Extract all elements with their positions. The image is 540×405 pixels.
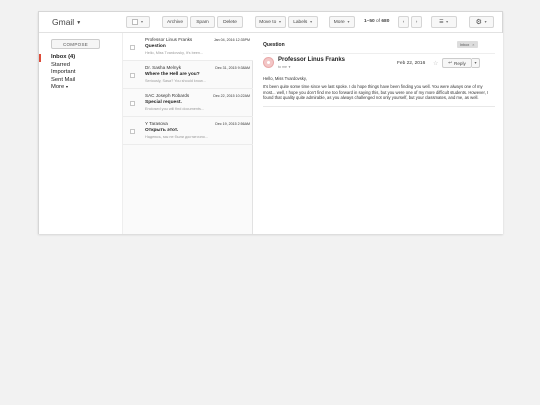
spam-button[interactable]: Spam	[190, 16, 215, 28]
settings-button[interactable]: ⚙ ▼	[469, 16, 494, 28]
row-checkbox[interactable]	[130, 45, 135, 50]
message-date: Feb 22, 2016	[397, 61, 426, 66]
email-row[interactable]: Y Tarasova Dec 19, 2015 2:56AM Открыть э…	[123, 117, 254, 145]
message-greeting: Hello, Miss Tvardovsky,	[263, 76, 307, 81]
avatar	[263, 57, 274, 68]
close-icon[interactable]: ×	[472, 43, 474, 47]
pagination-count: 1–50 of 680	[364, 19, 389, 24]
more-label: More	[333, 19, 345, 25]
email-date: Jan 04, 2016 12:35PM	[213, 38, 250, 42]
recipient-details[interactable]: to me ▼	[278, 65, 291, 69]
email-snippet: Enclosed you will find documents...	[145, 107, 205, 111]
row-checkbox[interactable]	[130, 129, 135, 134]
email-row[interactable]: Dr. Sasha Melnyk Dec 31, 2015 9:38AM Whe…	[123, 61, 254, 89]
email-snippet: Hello, Miss Tvardovsky, It's been...	[145, 51, 204, 55]
chevron-down-icon: ▼	[65, 85, 69, 90]
checkbox-icon	[132, 19, 139, 25]
reply-icon: ↩	[448, 60, 453, 65]
message-more-button[interactable]: ▼	[472, 58, 480, 68]
next-page-button[interactable]: ›	[411, 16, 422, 28]
chevron-down-icon: ▼	[473, 61, 478, 65]
move-to-label: Move to	[259, 19, 277, 25]
inbox-label-chip[interactable]: Inbox ×	[457, 41, 478, 48]
email-subject: Special request.	[145, 100, 182, 105]
select-all-checkbox[interactable]: ▼	[126, 16, 150, 28]
email-list: Professor Linus Franks Jan 04, 2016 12:3…	[122, 33, 254, 234]
chevron-left-icon: ‹	[402, 19, 405, 25]
toolbar: Gmail ▼ ▼ Archive Spam Delete Move to ▼ La…	[39, 12, 502, 33]
email-snippet: Seriously, Sasa? You should know...	[145, 79, 206, 83]
email-sender: SAC Joseph Robards	[145, 93, 190, 98]
email-sender: Professor Linus Franks	[145, 37, 193, 42]
archive-button[interactable]: Archive	[162, 16, 188, 28]
reply-label: Reply	[454, 60, 466, 66]
email-date: Dec 22, 2015 10:22AM	[213, 94, 250, 98]
chevron-down-icon: ▼	[309, 20, 313, 24]
app-title: Gmail	[52, 17, 75, 27]
recipient-label: to me	[278, 65, 287, 69]
email-subject: Question	[145, 44, 166, 49]
sidebar-nav: Inbox (4) Starred Important Sent Mail Mo…	[51, 54, 76, 92]
delete-button[interactable]: Delete	[217, 16, 243, 28]
list-view-icon: ☰	[439, 19, 444, 25]
inbox-label-text: Inbox	[460, 42, 470, 47]
sidebar-item-sent-mail[interactable]: Sent Mail	[51, 77, 76, 85]
chevron-down-icon: ▼	[288, 65, 291, 69]
email-sender: Dr. Sasha Melnyk	[145, 65, 181, 70]
pager-range: 1–50	[364, 19, 375, 24]
chevron-down-icon: ▼	[445, 20, 449, 24]
prev-page-button[interactable]: ‹	[398, 16, 409, 28]
message-paragraph: It's been quite some time since we last …	[263, 84, 489, 101]
compose-button[interactable]: COMPOSE	[51, 39, 100, 49]
star-icon[interactable]: ☆	[433, 60, 438, 67]
email-date: Dec 19, 2015 2:56AM	[215, 122, 250, 126]
chevron-down-icon: ▼	[346, 20, 351, 24]
email-row[interactable]: Professor Linus Franks Jan 04, 2016 12:3…	[123, 33, 254, 61]
chevron-down-icon: ▼	[278, 20, 282, 24]
message-subject: Question	[263, 42, 285, 48]
active-nav-indicator	[39, 54, 41, 62]
gmail-window: Gmail ▼ ▼ Archive Spam Delete Move to ▼ La…	[38, 11, 503, 234]
divider	[263, 106, 495, 107]
chevron-down-icon: ▼	[76, 20, 82, 26]
pager-of: of	[376, 19, 381, 24]
sidebar-item-starred[interactable]: Starred	[51, 62, 76, 70]
labels-label: Labels	[293, 19, 308, 25]
email-row[interactable]: SAC Joseph Robards Dec 22, 2015 10:22AM …	[123, 89, 254, 117]
reply-button[interactable]: ↩ Reply	[442, 58, 472, 68]
labels-button[interactable]: Labels ▼	[288, 16, 318, 28]
reading-pane: Question Inbox × Professor Linus Franks t…	[253, 33, 503, 234]
sidebar-item-more[interactable]: More▼	[51, 84, 76, 92]
sidebar-item-important[interactable]: Important	[51, 69, 76, 77]
sidebar-item-inbox[interactable]: Inbox (4)	[51, 54, 76, 62]
email-subject: Открыть этот.	[145, 128, 179, 133]
email-date: Dec 31, 2015 9:38AM	[215, 66, 250, 70]
message-body: Hello, Miss Tvardovsky, It's been quite …	[263, 76, 495, 104]
message-sender[interactable]: Professor Linus Franks	[278, 57, 345, 63]
gear-icon: ⚙	[475, 19, 482, 26]
gmail-menu[interactable]: Gmail ▼	[52, 17, 81, 27]
move-to-button[interactable]: Move to ▼	[255, 16, 286, 28]
view-toggle-button[interactable]: ☰ ▼	[431, 16, 457, 28]
chevron-right-icon: ›	[415, 19, 418, 25]
row-checkbox[interactable]	[130, 73, 135, 78]
email-sender: Y Tarasova	[145, 121, 168, 126]
pager-total: 680	[381, 19, 390, 24]
chevron-down-icon: ▼	[140, 20, 144, 24]
more-button[interactable]: More ▼	[329, 16, 355, 28]
divider	[263, 53, 495, 54]
email-snippet: Надеюсь, мы не были достаточно...	[145, 135, 208, 139]
sidebar-more-label: More	[51, 84, 65, 91]
sidebar: COMPOSE Inbox (4) Starred Important Sent…	[39, 33, 122, 234]
row-checkbox[interactable]	[130, 101, 135, 106]
email-subject: Where the Hell are you?	[145, 72, 200, 77]
chevron-down-icon: ▼	[483, 20, 488, 24]
